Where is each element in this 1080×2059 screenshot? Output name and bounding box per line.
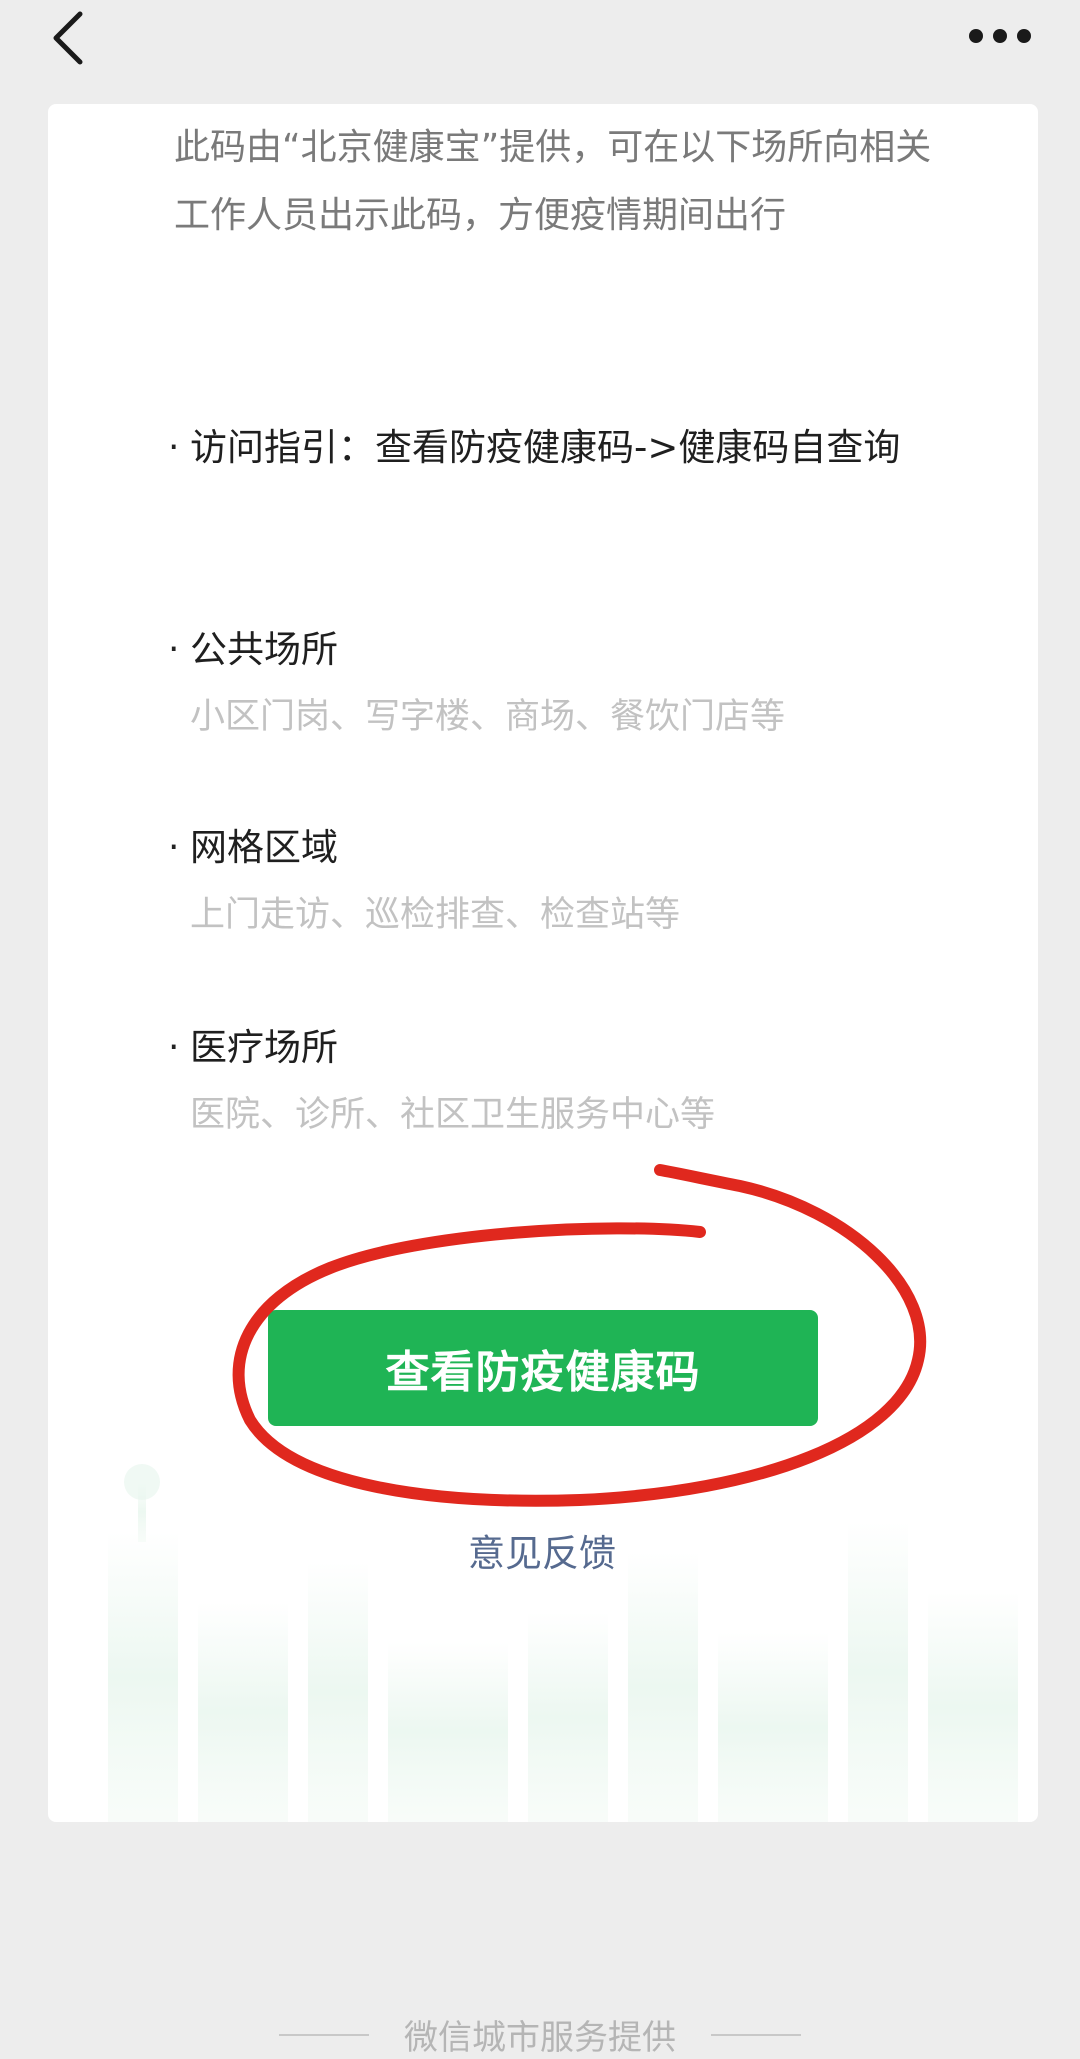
top-bar [0, 0, 1080, 100]
more-dots-icon [969, 29, 1031, 43]
section-grid-areas: · 网格区域 上门走访、巡检排查、检查站等 [168, 820, 968, 940]
section-desc: 小区门岗、写字楼、商场、餐饮门店等 [190, 697, 786, 737]
footer: 微信城市服务提供 [0, 2010, 1080, 2059]
city-skyline-illustration [108, 1464, 1018, 1822]
footer-divider-right [711, 2033, 802, 2036]
section-desc: 医院、诊所、社区卫生服务中心等 [190, 1095, 716, 1135]
section-public-places: · 公共场所 小区门岗、写字楼、商场、餐饮门店等 [168, 622, 968, 742]
more-button[interactable] [960, 14, 1040, 58]
footer-text: 微信城市服务提供 [404, 2018, 676, 2058]
section-title: 网格区域 [190, 826, 338, 869]
view-health-code-button[interactable]: 查看防疫健康码 [268, 1310, 818, 1426]
section-medical-places: · 医疗场所 医院、诊所、社区卫生服务中心等 [168, 1020, 968, 1140]
intro-text: 此码由“北京健康宝”提供，可在以下场所向相关工作人员出示此码，方便疫情期间出行 [174, 127, 932, 236]
bullet: · [168, 1027, 180, 1068]
section-desc: 上门走访、巡检排查、检查站等 [190, 895, 681, 935]
bullet: · [168, 427, 180, 468]
bullet: · [168, 827, 180, 868]
section-title: 访问指引：查看防疫健康码->健康码自查询 [190, 426, 901, 469]
back-button[interactable] [44, 4, 104, 74]
chevron-left-icon [53, 11, 83, 65]
feedback-link[interactable]: 意见反馈 [412, 1526, 672, 1582]
section-title: 医疗场所 [190, 1026, 338, 1069]
section-title: 公共场所 [190, 628, 338, 671]
footer-divider-left [278, 2033, 369, 2036]
bullet: · [168, 629, 180, 670]
section-access-guide: · 访问指引：查看防疫健康码->健康码自查询 [168, 420, 968, 476]
